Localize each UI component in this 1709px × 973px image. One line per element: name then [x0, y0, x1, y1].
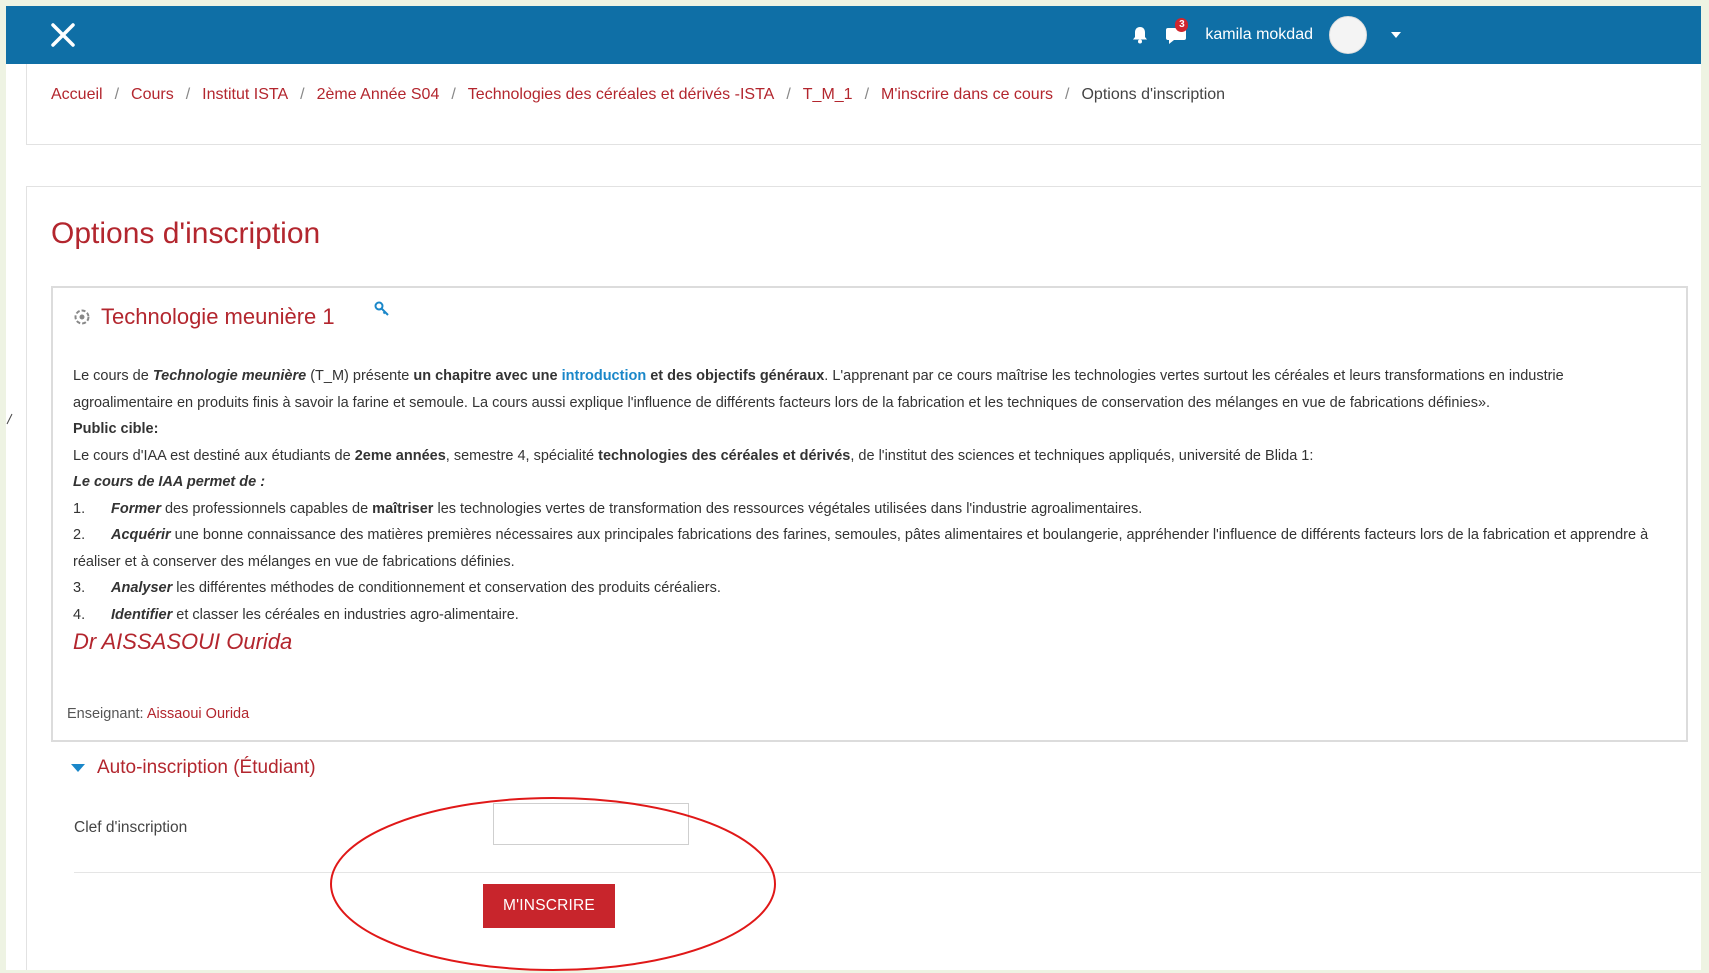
breadcrumb-separator: /	[114, 86, 120, 103]
course-icon	[74, 309, 90, 325]
goal-bold-text: maîtriser	[372, 500, 434, 517]
teacher-line: Enseignant: Aissaoui Ourida	[67, 706, 249, 722]
goals-heading-text: Le cours de IAA permet de :	[73, 474, 266, 490]
caret-down-icon	[71, 764, 85, 772]
breadcrumb-link-accueil[interactable]: Accueil	[51, 86, 103, 104]
goal-item: 3. Analyser les différentes méthodes de c…	[73, 575, 1663, 602]
edge-mark	[6, 413, 13, 425]
breadcrumb-link-institut[interactable]: Institut ISTA	[202, 86, 288, 104]
public-heading: Public cible:	[73, 416, 1663, 443]
breadcrumb-link-annee[interactable]: 2ème Année S04	[317, 86, 440, 104]
teacher-label: Enseignant:	[67, 706, 144, 722]
user-menu-area: 3 kamila mokdad	[1129, 16, 1401, 54]
breadcrumb-link-enrol[interactable]: M'inscrire dans ce cours	[881, 86, 1053, 104]
goal-verb: Former	[111, 500, 161, 517]
course-header: Technologie meunière 1	[73, 304, 335, 330]
summary-text: , semestre 4, spécialité	[445, 447, 599, 464]
course-title-link[interactable]: Technologie meunière 1	[101, 304, 335, 330]
summary-text: Le cours de	[73, 368, 153, 384]
public-heading-text: Public cible:	[73, 421, 159, 437]
summary-bold-text: un chapitre avec une	[413, 368, 562, 384]
summary-bold-text: technologies des céréales et dérivés	[598, 447, 851, 464]
breadcrumb-link-cours[interactable]: Cours	[131, 86, 174, 104]
breadcrumb-link-course[interactable]: T_M_1	[803, 86, 853, 104]
goal-number: 2.	[73, 527, 86, 543]
bell-icon[interactable]	[1129, 24, 1151, 46]
page-title: Options d'inscription	[51, 217, 321, 250]
breadcrumb-separator: /	[185, 86, 191, 103]
public-paragraph: Le cours d'IAA est destiné aux étudiants…	[73, 443, 1663, 470]
course-box: Technologie meunière 1 Le cours de Techn…	[51, 286, 1688, 742]
summary-paragraph: Le cours de Technologie meunière (T_M) p…	[73, 363, 1663, 416]
enrolment-key-input[interactable]	[493, 803, 689, 845]
main-region: Options d'inscription Technologie meuniè…	[26, 186, 1701, 970]
summary-bold-text: 2eme années	[354, 447, 446, 464]
breadcrumb-separator: /	[1065, 86, 1070, 103]
course-summary: Le cours de Technologie meunière (T_M) p…	[73, 363, 1663, 656]
key-icon	[374, 301, 389, 316]
auto-enrol-section-toggle[interactable]: Auto-inscription (Étudiant)	[71, 757, 316, 779]
goal-verb: Acquérir	[111, 527, 171, 543]
goal-number: 4.	[73, 606, 86, 623]
summary-bold-text: et des objectifs généraux	[646, 368, 825, 384]
summary-text: (T_M) présente	[306, 368, 414, 384]
goal-number: 3.	[73, 580, 86, 596]
summary-text: , de l'institut des sciences et techniqu…	[850, 447, 1314, 464]
summary-highlight-introduction: introduction	[561, 368, 647, 384]
goal-item: 1. Former des professionnels capables de …	[73, 496, 1663, 523]
username[interactable]: kamila mokdad	[1205, 26, 1313, 44]
caret-down-icon[interactable]	[1391, 32, 1401, 38]
goal-text: les différentes méthodes de conditionnem…	[172, 580, 721, 596]
summary-course-name: Technologie meunière	[152, 368, 307, 384]
teacher-signature: Dr AISSASOUI Ourida	[73, 629, 293, 654]
goal-text: les technologies vertes de transformatio…	[433, 500, 1143, 517]
browser-frame: 3 kamila mokdad Accueil / Cours / Instit…	[6, 6, 1701, 970]
enrol-me-button[interactable]: M'INSCRIRE	[483, 884, 615, 928]
enrolment-key-label: Clef d'inscription	[74, 819, 188, 836]
goal-text: une bonne connaissance des matières prem…	[73, 527, 1649, 570]
goal-verb: Analyser	[111, 580, 173, 596]
breadcrumb-separator: /	[300, 86, 305, 103]
teacher-link[interactable]: Aissaoui Ourida	[147, 706, 249, 722]
breadcrumb-container: Accueil / Cours / Institut ISTA / 2ème A…	[26, 64, 1701, 145]
avatar[interactable]	[1329, 16, 1367, 54]
goal-item: 2. Acquérir une bonne connaissance des ma…	[73, 522, 1663, 575]
goal-text: des professionnels capables de	[160, 500, 373, 517]
top-navbar: 3 kamila mokdad	[6, 6, 1701, 64]
breadcrumb: Accueil / Cours / Institut ISTA / 2ème A…	[51, 86, 1225, 104]
close-icon[interactable]	[46, 18, 80, 52]
goal-text: et classer les céréales en industries ag…	[172, 606, 519, 623]
breadcrumb-separator: /	[786, 86, 791, 103]
goal-verb: Identifier	[111, 606, 173, 623]
breadcrumb-current: Options d'inscription	[1081, 86, 1226, 103]
section-title: Auto-inscription (Étudiant)	[97, 757, 316, 778]
goal-item: 4. Identifier et classer les céréales en …	[73, 602, 1663, 629]
divider	[74, 872, 1701, 873]
breadcrumb-link-category[interactable]: Technologies des céréales et dérivés -IS…	[468, 86, 775, 104]
goal-number: 1.	[73, 500, 86, 517]
messages-button[interactable]: 3	[1163, 18, 1189, 48]
goals-heading: Le cours de IAA permet de :	[73, 469, 1663, 496]
breadcrumb-separator: /	[864, 86, 870, 103]
breadcrumb-separator: /	[451, 86, 456, 103]
summary-text: Le cours d'IAA est destiné aux étudiants…	[73, 447, 355, 464]
